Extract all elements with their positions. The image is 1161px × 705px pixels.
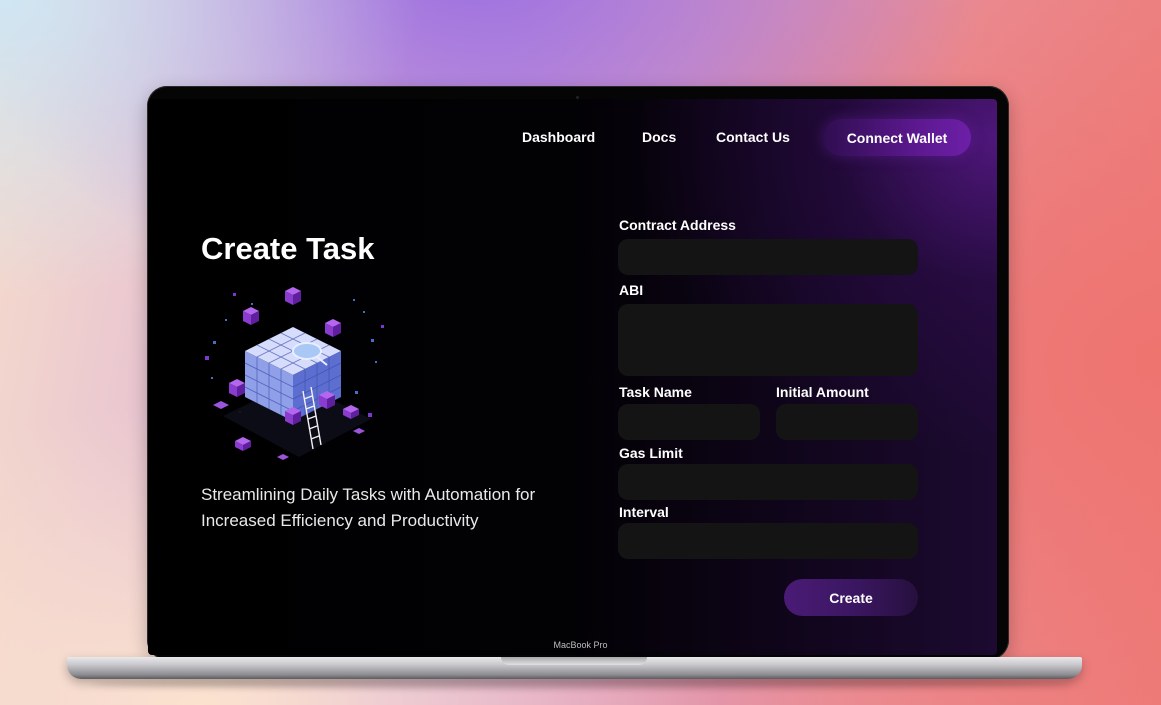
gas-limit-input[interactable] <box>618 464 918 500</box>
connect-wallet-button[interactable]: Connect Wallet <box>823 119 971 156</box>
app-screen: Dashboard Docs Contact Us Connect Wallet… <box>148 99 997 655</box>
gas-limit-label: Gas Limit <box>619 445 683 461</box>
laptop-mockup: Dashboard Docs Contact Us Connect Wallet… <box>0 0 1161 705</box>
initial-amount-input[interactable] <box>776 404 918 440</box>
initial-amount-label: Initial Amount <box>776 384 869 400</box>
hero-tagline: Streamlining Daily Tasks with Automation… <box>201 485 536 530</box>
page-title: Create Task <box>201 231 375 266</box>
task-name-input[interactable] <box>618 404 760 440</box>
create-button[interactable]: Create <box>784 579 918 616</box>
nav-contact-us[interactable]: Contact Us <box>716 129 790 145</box>
abi-label: ABI <box>619 282 644 298</box>
laptop-hinge-notch <box>501 657 647 665</box>
contract-address-label: Contract Address <box>619 217 736 233</box>
data-cubes-illustration <box>205 287 384 460</box>
task-name-label: Task Name <box>619 384 692 400</box>
interval-label: Interval <box>619 504 669 520</box>
nav-docs[interactable]: Docs <box>642 129 676 145</box>
interval-input[interactable] <box>618 523 918 559</box>
contract-address-input[interactable] <box>618 239 918 275</box>
nav-dashboard[interactable]: Dashboard <box>522 129 595 145</box>
abi-textarea[interactable] <box>618 304 918 376</box>
laptop-shadow <box>90 679 1070 689</box>
device-model-label: MacBook Pro <box>553 640 608 650</box>
